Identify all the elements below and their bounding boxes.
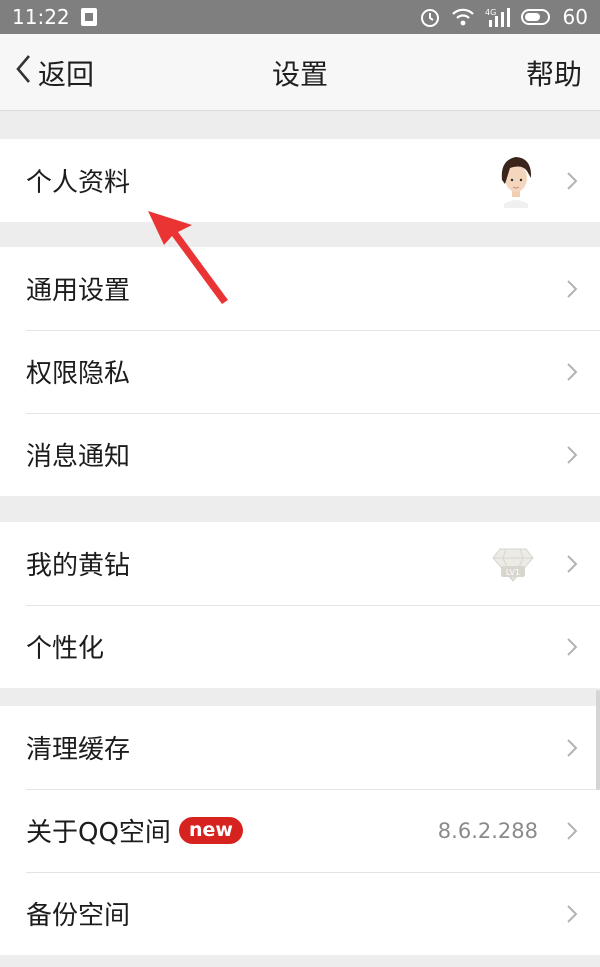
settings-item-label: 消息通知 <box>26 442 131 472</box>
alarm-icon <box>419 6 441 28</box>
chevron-right-icon <box>566 821 578 845</box>
settings-group-profile: 个人资料 <box>0 139 600 222</box>
battery-icon <box>520 8 553 26</box>
diamond-icon: LV1 <box>492 545 534 587</box>
navigation-bar: 返回 设置 帮助 <box>0 34 600 111</box>
network-type-label: 4G <box>485 8 496 17</box>
battery-level: 60 <box>562 5 588 29</box>
back-button[interactable]: 返回 <box>14 34 94 111</box>
wifi-icon <box>451 7 475 27</box>
annotation-arrow-icon <box>148 211 228 304</box>
chevron-right-icon <box>566 362 578 386</box>
chevron-right-icon <box>566 445 578 469</box>
settings-item-general[interactable]: 通用设置 <box>0 247 600 330</box>
settings-item-backup[interactable]: 备份空间 <box>0 872 600 955</box>
chevron-right-icon <box>566 738 578 762</box>
settings-item-about[interactable]: 关于QQ空间 new 8.6.2.288 <box>0 789 600 872</box>
settings-item-label: 备份空间 <box>26 901 131 931</box>
settings-item-personalize[interactable]: 个性化 <box>0 605 600 688</box>
avatar <box>496 154 536 212</box>
chevron-right-icon <box>566 279 578 303</box>
scrollbar <box>596 690 600 790</box>
chevron-right-icon <box>566 171 578 195</box>
settings-item-profile[interactable]: 个人资料 <box>0 139 600 222</box>
settings-group-general: 通用设置 权限隐私 消息通知 <box>0 247 600 496</box>
status-right: 4G 60 <box>419 5 588 29</box>
chevron-right-icon <box>566 637 578 661</box>
settings-item-label: 权限隐私 <box>26 359 131 389</box>
chevron-right-icon <box>566 904 578 928</box>
signal-icon: 4G <box>485 6 511 28</box>
settings-group-misc: 清理缓存 关于QQ空间 new 8.6.2.288 备份空间 <box>0 706 600 955</box>
settings-item-label: 个人资料 <box>26 168 131 198</box>
back-label: 返回 <box>38 57 95 91</box>
chevron-right-icon <box>566 554 578 578</box>
settings-item-yellow-diamond[interactable]: 我的黄钻 LV1 <box>0 522 600 605</box>
version-value: 8.6.2.288 <box>437 818 538 843</box>
diamond-level-text: LV1 <box>506 568 520 577</box>
sim-card-icon <box>80 7 98 27</box>
settings-item-label: 通用设置 <box>26 276 131 306</box>
new-badge: new <box>178 817 243 844</box>
settings-item-label: 清理缓存 <box>26 735 131 765</box>
status-time: 11:22 <box>12 5 70 29</box>
chevron-left-icon <box>14 53 32 92</box>
status-left: 11:22 <box>12 5 98 29</box>
status-bar: 11:22 4G 60 <box>0 0 600 34</box>
settings-item-label: 我的黄钻 <box>26 551 131 581</box>
settings-item-privacy[interactable]: 权限隐私 <box>0 330 600 413</box>
help-button[interactable]: 帮助 <box>526 34 582 111</box>
settings-item-clear-cache[interactable]: 清理缓存 <box>0 706 600 789</box>
settings-item-label: 个性化 <box>26 634 105 664</box>
settings-item-notifications[interactable]: 消息通知 <box>0 413 600 496</box>
settings-group-vip: 我的黄钻 LV1 个性化 <box>0 522 600 688</box>
settings-item-label: 关于QQ空间 <box>26 818 171 848</box>
